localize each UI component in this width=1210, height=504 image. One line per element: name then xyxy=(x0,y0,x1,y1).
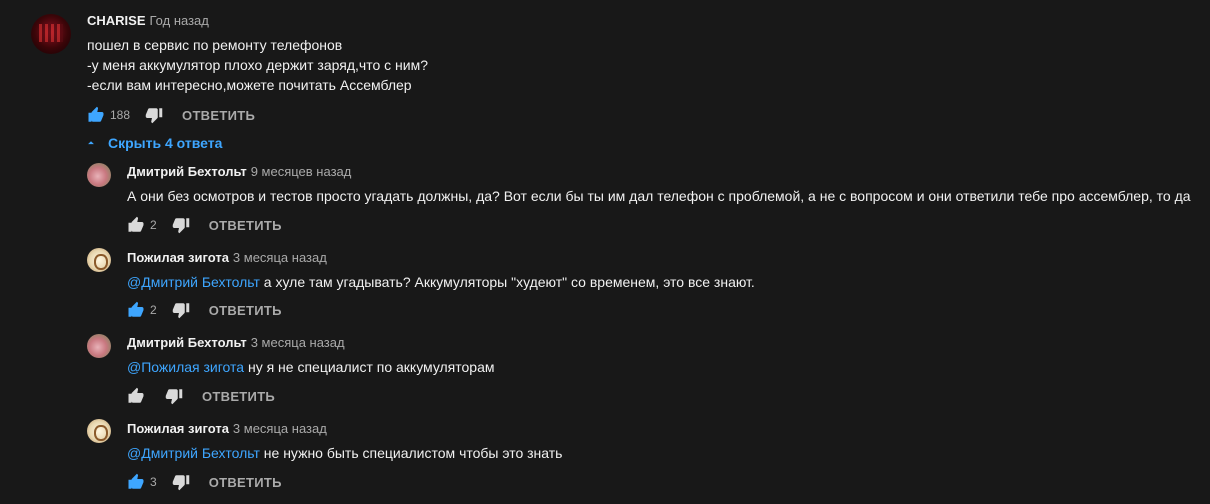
thumbs-up-icon xyxy=(128,216,144,232)
thumbs-up-icon xyxy=(128,301,144,317)
reply-button[interactable]: ОТВЕТИТЬ xyxy=(202,389,275,404)
comment-header: Пожилая зигота 3 месяца назад xyxy=(127,250,327,265)
comment-text: пошел в сервис по ремонту телефонов -у м… xyxy=(87,35,428,95)
comment-body: а хуле там угадывать? Аккумуляторы "худе… xyxy=(259,274,755,290)
comment-time[interactable]: 3 месяца назад xyxy=(233,250,327,265)
comment-body: не нужно быть специалистом чтобы это зна… xyxy=(259,445,563,461)
author-name[interactable]: Пожилая зигота xyxy=(127,421,229,436)
avatar[interactable] xyxy=(87,334,111,358)
thumbs-up-icon xyxy=(128,387,144,403)
comment-header: Дмитрий Бехтольт 9 месяцев назад xyxy=(127,164,351,179)
thumbs-down-icon xyxy=(172,475,189,491)
thumbs-up-icon xyxy=(88,106,104,122)
comment-text: @Пожилая зигота ну я не специалист по ак… xyxy=(127,357,495,377)
comment-actions: 3 ОТВЕТИТЬ xyxy=(124,470,282,494)
comment-time[interactable]: 3 месяца назад xyxy=(233,421,327,436)
comment-time[interactable]: 9 месяцев назад xyxy=(251,164,352,179)
like-button[interactable] xyxy=(124,298,148,322)
hide-replies-button[interactable]: Скрыть 4 ответа xyxy=(84,133,222,153)
mention-link[interactable]: @Дмитрий Бехтольт xyxy=(127,445,260,461)
comment-text: @Дмитрий Бехтольт а хуле там угадывать? … xyxy=(127,272,755,292)
author-name[interactable]: CHARISE xyxy=(87,13,146,28)
dislike-button[interactable] xyxy=(169,298,193,322)
reply-button[interactable]: ОТВЕТИТЬ xyxy=(182,108,255,123)
dislike-button[interactable] xyxy=(169,470,193,494)
comment-actions: ОТВЕТИТЬ xyxy=(124,384,275,408)
thumbs-down-icon xyxy=(172,218,189,234)
comment-line: -если вам интересно,можете почитать Ассе… xyxy=(87,77,412,93)
like-button[interactable] xyxy=(124,470,148,494)
reply-button[interactable]: ОТВЕТИТЬ xyxy=(209,475,282,490)
thumbs-down-icon xyxy=(172,303,189,319)
author-name[interactable]: Пожилая зигота xyxy=(127,250,229,265)
like-button[interactable] xyxy=(124,384,148,408)
reply-button[interactable]: ОТВЕТИТЬ xyxy=(209,218,282,233)
avatar[interactable] xyxy=(31,14,71,54)
comment-header: Дмитрий Бехтольт 3 месяца назад xyxy=(127,335,345,350)
like-button[interactable] xyxy=(84,103,108,127)
like-count: 2 xyxy=(150,218,157,232)
comment-time[interactable]: Год назад xyxy=(150,13,209,28)
author-name[interactable]: Дмитрий Бехтольт xyxy=(127,335,247,350)
caret-up-icon xyxy=(88,141,94,145)
dislike-button[interactable] xyxy=(169,213,193,237)
comment-actions: 2 ОТВЕТИТЬ xyxy=(124,213,282,237)
thumbs-down-icon xyxy=(145,108,163,124)
avatar[interactable] xyxy=(87,163,111,187)
like-button[interactable] xyxy=(124,213,148,237)
comment-text: А они без осмотров и тестов просто угада… xyxy=(127,188,1191,204)
comment-text: @Дмитрий Бехтольт не нужно быть специали… xyxy=(127,443,562,463)
comment-header: Пожилая зигота 3 месяца назад xyxy=(127,421,327,436)
dislike-button[interactable] xyxy=(142,103,166,127)
avatar[interactable] xyxy=(87,248,111,272)
like-count: 3 xyxy=(150,475,157,489)
comment-time[interactable]: 3 месяца назад xyxy=(251,335,345,350)
thumbs-up-icon xyxy=(128,473,144,489)
dislike-button[interactable] xyxy=(162,384,186,408)
like-count: 188 xyxy=(110,108,131,122)
comment-actions: 2 ОТВЕТИТЬ xyxy=(124,298,282,322)
hide-replies-label: Скрыть 4 ответа xyxy=(108,135,223,151)
like-count: 2 xyxy=(150,303,157,317)
thumbs-down-icon xyxy=(165,389,183,405)
author-name[interactable]: Дмитрий Бехтольт xyxy=(127,164,247,179)
comment-body: ну я не специалист по аккумуляторам xyxy=(244,359,495,375)
comment-actions: 188 ОТВЕТИТЬ xyxy=(84,103,255,127)
comment-line: -у меня аккумулятор плохо держит заряд,ч… xyxy=(87,57,428,73)
reply-button[interactable]: ОТВЕТИТЬ xyxy=(209,303,282,318)
comment-header: CHARISE Год назад xyxy=(87,13,209,28)
comment-line: пошел в сервис по ремонту телефонов xyxy=(87,37,343,53)
mention-link[interactable]: @Дмитрий Бехтольт xyxy=(127,274,260,290)
mention-link[interactable]: @Пожилая зигота xyxy=(127,359,244,375)
avatar[interactable] xyxy=(87,419,111,443)
